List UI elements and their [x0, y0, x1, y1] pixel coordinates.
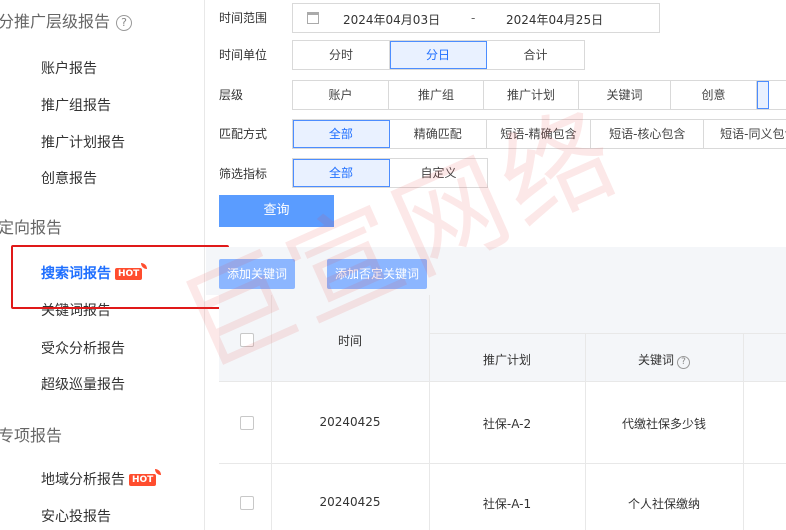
add-negative-keyword-button[interactable]: 添加否定关键词: [327, 259, 428, 289]
report-table: 时间 推广计划 关键词? 20240425 社保-A-2 代缴社保多少钱 202…: [219, 295, 786, 530]
metric-filter-selector: 全部 自定义: [292, 158, 488, 188]
level-keyword[interactable]: 关键词: [579, 81, 671, 109]
row-plan: 社保-A-2: [482, 417, 532, 431]
select-all-checkbox[interactable]: [240, 333, 254, 347]
level-creative[interactable]: 创意: [671, 81, 757, 109]
sidebar-item-search-term-report[interactable]: 搜索词报告 HOT: [41, 263, 148, 283]
time-unit-selector: 分时 分日 合计: [292, 40, 585, 70]
row-keyword: 代缴社保多少钱: [621, 417, 706, 431]
hot-badge: HOT: [115, 263, 148, 280]
date-end: 2024年04月25日: [506, 13, 604, 27]
hot-badge: HOT: [129, 469, 162, 486]
calendar-icon: [307, 12, 319, 24]
sidebar-item-audience-report[interactable]: 受众分析报告: [41, 338, 125, 358]
sidebar-item-anxin-report[interactable]: 安心投报告: [41, 506, 111, 526]
date-start: 2024年04月03日: [343, 13, 441, 27]
time-unit-total[interactable]: 合计: [487, 41, 584, 69]
sidebar: 分推广层级报告? 账户报告 推广组报告 推广计划报告 创意报告 定向报告 搜索词…: [0, 0, 205, 530]
sidebar-item-keyword-report[interactable]: 关键词报告: [41, 300, 111, 320]
row-time: 20240425: [319, 415, 381, 429]
date-separator: -: [471, 11, 476, 25]
match-all[interactable]: 全部: [293, 120, 390, 148]
time-unit-hourly[interactable]: 分时: [293, 41, 390, 69]
level-account[interactable]: 账户: [293, 81, 389, 109]
sidebar-item-creative-report[interactable]: 创意报告: [41, 168, 97, 188]
sidebar-item-account-report[interactable]: 账户报告: [41, 58, 97, 78]
match-type-label: 匹配方式: [219, 127, 268, 141]
header-keyword: 关键词?: [585, 351, 743, 369]
section-title-level-reports: 分推广层级报告?: [0, 8, 133, 32]
add-keyword-button[interactable]: 添加关键词: [219, 259, 296, 289]
row-checkbox[interactable]: [240, 496, 254, 510]
help-icon[interactable]: ?: [116, 15, 133, 31]
row-time: 20240425: [319, 495, 381, 509]
metric-filter-label: 筛选指标: [219, 167, 268, 181]
row-checkbox[interactable]: [240, 416, 254, 430]
level-group[interactable]: 推广组: [389, 81, 484, 109]
header-plan: 推广计划: [482, 353, 531, 367]
sidebar-item-region-report[interactable]: 地域分析报告 HOT: [41, 469, 162, 489]
query-button[interactable]: 查询: [219, 195, 334, 227]
section-title-special-reports: 专项报告: [0, 426, 63, 445]
level-label: 层级: [219, 88, 244, 102]
match-phrase-synonym[interactable]: 短语-同义包含: [704, 120, 786, 148]
sidebar-item-group-report[interactable]: 推广组报告: [41, 95, 111, 115]
sidebar-item-super-volume-report[interactable]: 超级巡量报告: [41, 374, 125, 394]
level-selected-partial[interactable]: [757, 81, 769, 109]
time-range-label: 时间范围: [219, 11, 268, 25]
date-range-picker[interactable]: 2024年04月03日 - 2024年04月25日: [292, 3, 660, 33]
match-type-selector: 全部 精确匹配 短语-精确包含 短语-核心包含 短语-同义包含: [292, 119, 786, 149]
level-selector: 账户 推广组 推广计划 关键词 创意: [292, 80, 786, 110]
time-unit-daily[interactable]: 分日: [390, 41, 487, 69]
help-icon[interactable]: ?: [677, 356, 690, 369]
metric-custom[interactable]: 自定义: [390, 159, 487, 187]
section-title-targeting-reports: 定向报告: [0, 218, 63, 237]
level-plan[interactable]: 推广计划: [484, 81, 579, 109]
match-phrase-exact[interactable]: 短语-精确包含: [486, 120, 592, 148]
match-phrase-core[interactable]: 短语-核心包含: [591, 120, 705, 148]
header-time: 时间: [337, 334, 362, 348]
row-plan: 社保-A-1: [482, 497, 532, 511]
metric-all[interactable]: 全部: [293, 159, 390, 187]
sidebar-item-plan-report[interactable]: 推广计划报告: [41, 132, 125, 152]
time-unit-label: 时间单位: [219, 48, 268, 62]
match-exact[interactable]: 精确匹配: [389, 120, 487, 148]
row-keyword: 个人社保缴纳: [627, 497, 700, 511]
